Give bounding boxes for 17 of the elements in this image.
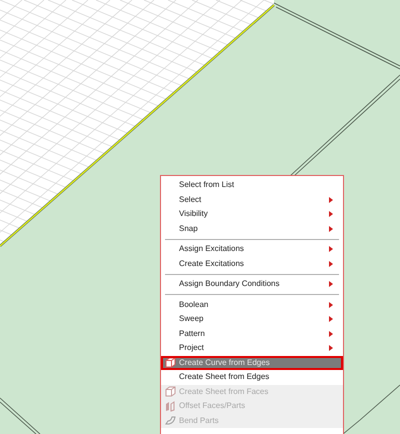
- menu-item[interactable]: Pattern: [161, 326, 343, 341]
- menu-item[interactable]: Create Curve from Edges: [161, 356, 343, 370]
- menu-item[interactable]: Project: [161, 341, 343, 356]
- menu-item[interactable]: Select from List: [161, 178, 343, 192]
- cube-icon: [164, 357, 176, 368]
- menu-item[interactable]: Visibility: [161, 207, 343, 222]
- faces-icon: [164, 400, 176, 412]
- bend-icon: [164, 415, 176, 426]
- cube-icon: [164, 386, 176, 398]
- menu-item[interactable]: Assign Boundary Conditions: [161, 277, 343, 292]
- menu-item[interactable]: Snap: [161, 222, 343, 236]
- menu-item[interactable]: Assign Excitations: [161, 242, 343, 256]
- menu-item[interactable]: Boolean: [161, 298, 343, 312]
- menu-item[interactable]: Create Sheet from Edges: [161, 370, 343, 384]
- menu-item[interactable]: Select: [161, 192, 343, 207]
- menu-item[interactable]: Sweep: [161, 312, 343, 326]
- menu-item[interactable]: Create Excitations: [161, 256, 343, 271]
